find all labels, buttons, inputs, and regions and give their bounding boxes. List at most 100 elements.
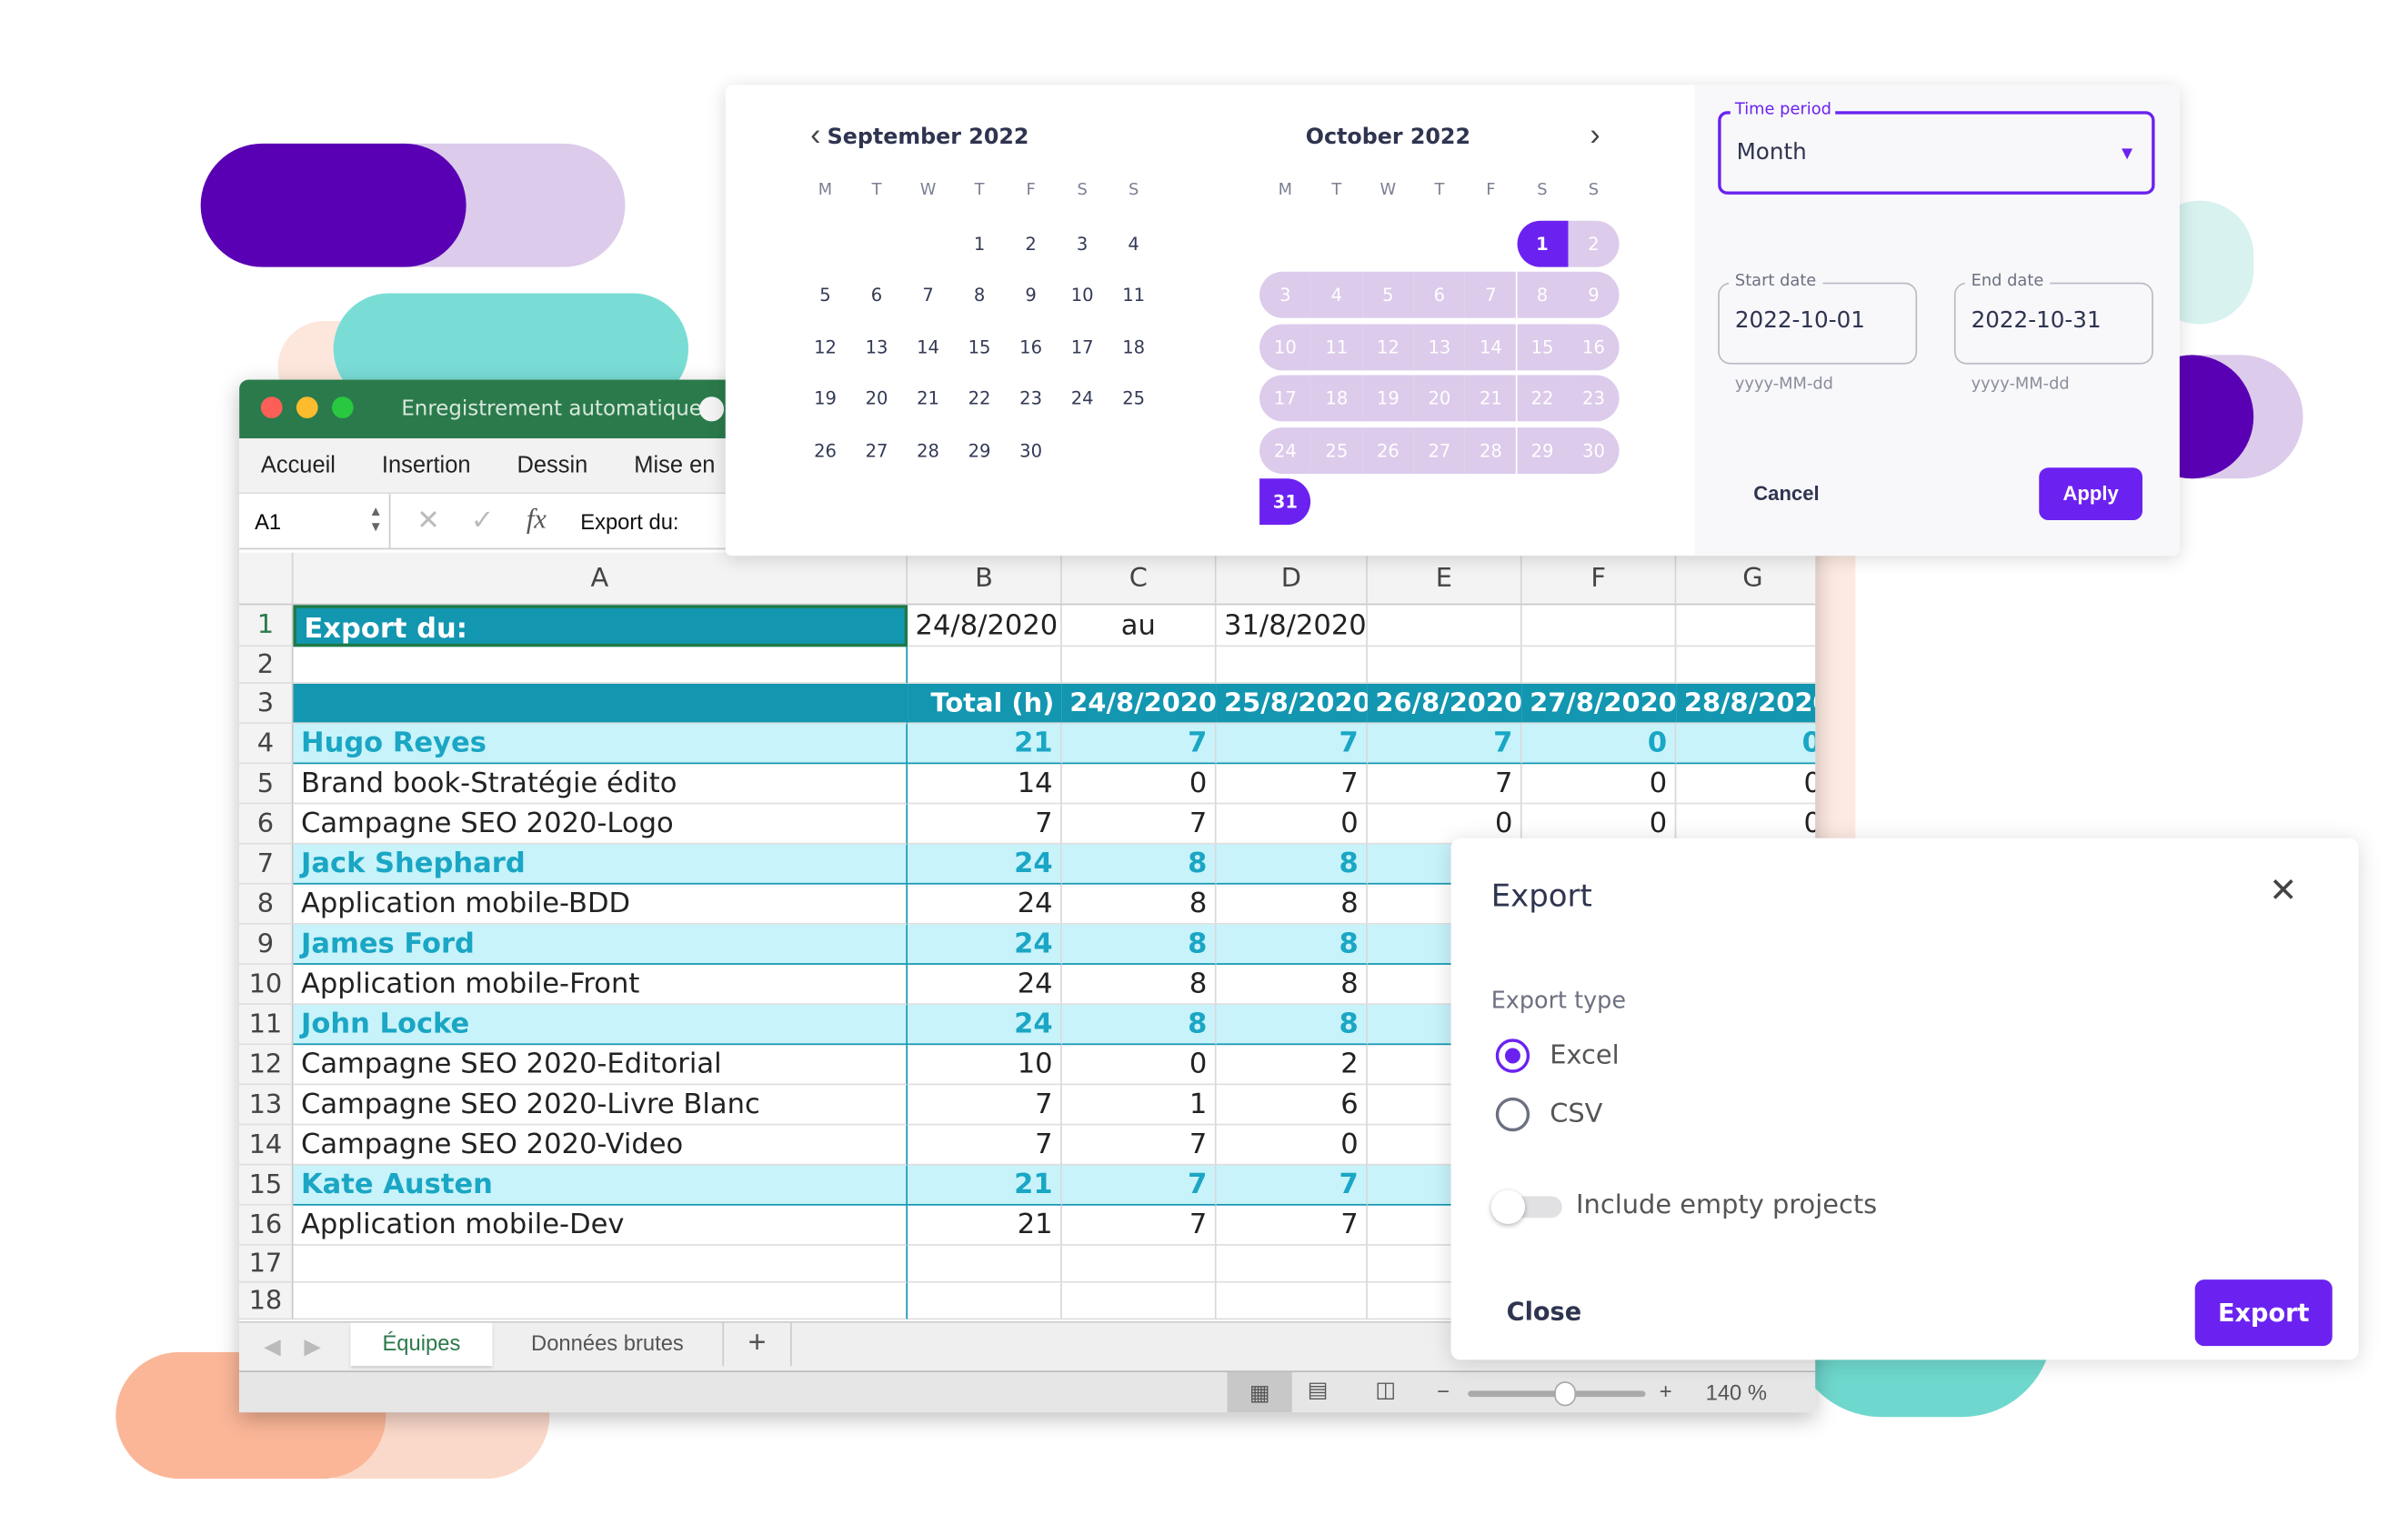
cell-d16[interactable]: 7 bbox=[1216, 1205, 1368, 1246]
calendar-day[interactable]: 12 bbox=[799, 324, 851, 370]
time-period-select[interactable]: Time period Month ▼ bbox=[1718, 100, 2155, 195]
add-sheet-button[interactable]: + bbox=[724, 1322, 792, 1367]
page-break-icon[interactable]: ◫ bbox=[1375, 1377, 1395, 1403]
cell-d15[interactable]: 7 bbox=[1216, 1165, 1368, 1206]
calendar-day[interactable]: 27 bbox=[851, 426, 903, 473]
cell-c11[interactable]: 8 bbox=[1061, 1005, 1217, 1046]
calendar-day[interactable]: 1 bbox=[954, 221, 1006, 267]
cell-b16[interactable]: 21 bbox=[908, 1205, 1062, 1246]
cell-b10[interactable]: 24 bbox=[908, 964, 1062, 1006]
cell-d18[interactable] bbox=[1216, 1282, 1368, 1320]
calendar-day[interactable]: 20 bbox=[1413, 375, 1466, 422]
calendar-day[interactable]: 23 bbox=[1568, 375, 1620, 422]
calendar-day[interactable]: 2 bbox=[1005, 221, 1057, 267]
page-layout-icon[interactable]: ▤ bbox=[1308, 1377, 1328, 1403]
cell-d12[interactable]: 2 bbox=[1216, 1045, 1368, 1086]
cell-b6[interactable]: 7 bbox=[908, 804, 1062, 845]
column-header-e[interactable]: E bbox=[1367, 552, 1522, 606]
cancel-icon[interactable]: ✕ bbox=[416, 505, 440, 537]
cell-d9[interactable]: 8 bbox=[1216, 924, 1368, 965]
calendar-day[interactable]: 13 bbox=[1413, 324, 1466, 371]
cell-e4[interactable]: 7 bbox=[1367, 724, 1522, 765]
calendar-day[interactable]: 31 bbox=[1259, 478, 1311, 526]
row-header[interactable]: 7 bbox=[239, 844, 294, 885]
calendar-day[interactable]: 30 bbox=[1568, 426, 1620, 474]
calendar-day[interactable]: 8 bbox=[1516, 272, 1569, 319]
cell-e5[interactable]: 7 bbox=[1367, 764, 1522, 805]
cell-c10[interactable]: 8 bbox=[1061, 964, 1217, 1006]
calendar-day[interactable]: 19 bbox=[1362, 375, 1414, 422]
calendar-day[interactable]: 15 bbox=[954, 324, 1006, 370]
calendar-day[interactable]: 27 bbox=[1413, 426, 1466, 474]
name-box-stepper-icon[interactable]: ▲ ▼ bbox=[369, 503, 383, 534]
row-header[interactable]: 15 bbox=[239, 1165, 294, 1206]
calendar-day[interactable]: 4 bbox=[1310, 272, 1363, 319]
cell-e3[interactable]: 26/8/2020 bbox=[1367, 683, 1522, 725]
calendar-day[interactable]: 11 bbox=[1108, 272, 1159, 318]
calendar-day[interactable]: 7 bbox=[1465, 272, 1517, 319]
calendar-day[interactable]: 11 bbox=[1310, 324, 1363, 371]
cell-c4[interactable]: 7 bbox=[1061, 724, 1217, 765]
cell-b9[interactable]: 24 bbox=[908, 924, 1062, 965]
calendar-day[interactable]: 28 bbox=[902, 426, 954, 473]
cell-b2[interactable] bbox=[908, 647, 1062, 684]
cell-g4[interactable]: 0 bbox=[1676, 724, 1816, 765]
cell-g1[interactable] bbox=[1676, 605, 1816, 647]
cell-f1[interactable] bbox=[1521, 605, 1677, 647]
calendar-day[interactable]: 22 bbox=[1516, 375, 1569, 422]
cell-c3[interactable]: 24/8/2020 bbox=[1061, 683, 1217, 725]
calendar-day[interactable]: 26 bbox=[1362, 426, 1414, 474]
calendar-day[interactable]: 12 bbox=[1362, 324, 1414, 371]
cell-c14[interactable]: 7 bbox=[1061, 1125, 1217, 1166]
export-button[interactable]: Export bbox=[2194, 1279, 2333, 1347]
cell-f5[interactable]: 0 bbox=[1521, 764, 1677, 805]
sheet-tab-equipes[interactable]: Équipes bbox=[350, 1322, 493, 1367]
end-date-field[interactable]: End date 2022-10-31 bbox=[1953, 271, 2153, 365]
calendar-day[interactable]: 4 bbox=[1108, 221, 1159, 267]
include-empty-toggle[interactable] bbox=[1490, 1189, 1562, 1225]
column-header-g[interactable]: G bbox=[1676, 552, 1816, 606]
cell-b4[interactable]: 21 bbox=[908, 724, 1062, 765]
option-csv-label[interactable]: CSV bbox=[1550, 1099, 1602, 1130]
close-button[interactable]: Close bbox=[1507, 1297, 1581, 1326]
menu-mise-en-page[interactable]: Mise en bbox=[634, 452, 715, 478]
cell-c18[interactable] bbox=[1061, 1282, 1217, 1320]
cell-g2[interactable] bbox=[1676, 647, 1816, 684]
sheet-tab-donnees-brutes[interactable]: Données brutes bbox=[492, 1322, 725, 1367]
row-header[interactable]: 18 bbox=[239, 1282, 294, 1320]
row-header[interactable]: 5 bbox=[239, 764, 294, 805]
cell-c9[interactable]: 8 bbox=[1061, 924, 1217, 965]
option-excel-label[interactable]: Excel bbox=[1550, 1040, 1619, 1071]
calendar-day[interactable]: 9 bbox=[1568, 272, 1620, 319]
cell-b8[interactable]: 24 bbox=[908, 884, 1062, 925]
cell-b3[interactable]: Total (h) bbox=[908, 683, 1062, 725]
cell-b17[interactable] bbox=[908, 1245, 1062, 1283]
column-header-a[interactable]: A bbox=[293, 552, 908, 606]
calendar-day[interactable]: 8 bbox=[954, 272, 1006, 318]
calendar-day[interactable]: 30 bbox=[1005, 426, 1057, 473]
cell-d2[interactable] bbox=[1216, 647, 1368, 684]
maximize-window-button[interactable] bbox=[331, 396, 354, 418]
calendar-day[interactable]: 20 bbox=[851, 376, 903, 422]
cell-d8[interactable]: 8 bbox=[1216, 884, 1368, 925]
cell-a11[interactable]: John Locke bbox=[293, 1005, 908, 1046]
cell-a14[interactable]: Campagne SEO 2020-Video bbox=[293, 1125, 908, 1166]
cell-c1[interactable]: au bbox=[1061, 605, 1217, 647]
calendar-day[interactable]: 24 bbox=[1057, 376, 1109, 422]
calendar-day[interactable]: 17 bbox=[1259, 375, 1311, 422]
cell-e2[interactable] bbox=[1367, 647, 1522, 684]
calendar-day[interactable]: 23 bbox=[1005, 376, 1057, 422]
cell-b13[interactable]: 7 bbox=[908, 1085, 1062, 1126]
zoom-in-button[interactable]: + bbox=[1660, 1379, 1672, 1403]
calendar-day[interactable]: 7 bbox=[902, 272, 954, 318]
calendar-day[interactable]: 16 bbox=[1005, 324, 1057, 370]
cell-c13[interactable]: 1 bbox=[1061, 1085, 1217, 1126]
row-header[interactable]: 12 bbox=[239, 1045, 294, 1086]
calendar-day[interactable]: 19 bbox=[799, 376, 851, 422]
name-box[interactable]: A1 bbox=[239, 494, 391, 548]
calendar-day[interactable]: 22 bbox=[954, 376, 1006, 422]
cell-a10[interactable]: Application mobile-Front bbox=[293, 964, 908, 1006]
cell-a17[interactable] bbox=[293, 1245, 908, 1283]
row-header[interactable]: 9 bbox=[239, 924, 294, 965]
calendar-day[interactable]: 25 bbox=[1108, 376, 1159, 422]
